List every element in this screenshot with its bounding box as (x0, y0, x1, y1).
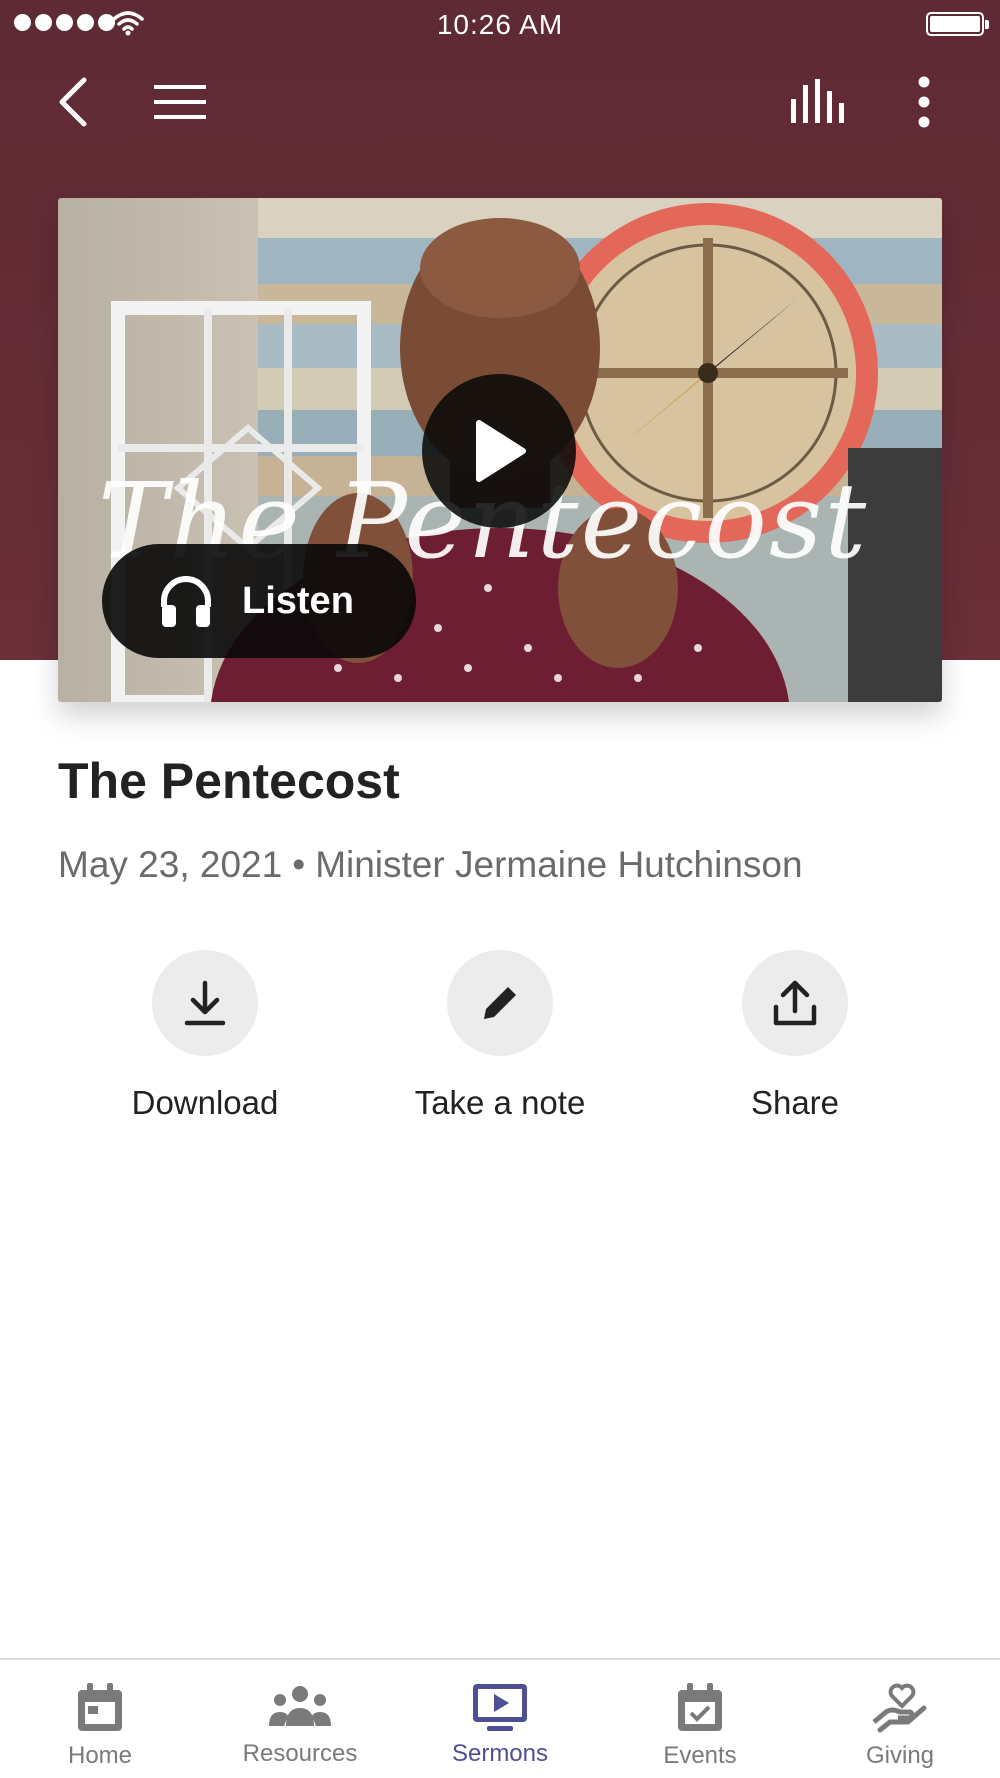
play-screen-icon (473, 1684, 527, 1731)
download-icon (184, 980, 226, 1026)
listen-button[interactable]: Listen (102, 544, 416, 658)
sermon-speaker: Minister Jermaine Hutchinson (315, 844, 803, 885)
play-icon (476, 420, 526, 482)
tab-sermons-label: Sermons (451, 1740, 549, 1767)
tab-giving[interactable]: Giving (800, 1682, 1000, 1770)
download-label: Download (131, 1084, 279, 1121)
listen-label: Listen (242, 579, 354, 622)
take-note-button[interactable]: Take a note (380, 950, 620, 1122)
status-bar: 10:26 AM (0, 0, 1000, 50)
share-icon (773, 980, 817, 1026)
tab-events-label: Events (663, 1742, 737, 1769)
download-circle (152, 950, 258, 1056)
chevron-left-icon (59, 77, 87, 127)
menu-button[interactable] (150, 72, 210, 132)
tab-resources-label: Resources (242, 1740, 358, 1767)
bottom-tab-bar: Home Resources Sermons Events Giving (0, 1658, 1000, 1778)
status-time: 10:26 AM (436, 9, 564, 40)
take-note-label: Take a note (414, 1084, 586, 1121)
download-button[interactable]: Download (85, 950, 325, 1122)
sermon-title: The Pentecost (58, 753, 400, 809)
tab-events[interactable]: Events (600, 1682, 800, 1770)
top-nav-bar (0, 60, 1000, 140)
sermon-actions: Download Take a note Share (0, 950, 1000, 1130)
share-label: Share (750, 1084, 840, 1121)
sermon-meta: May 23, 2021 • Minister Jermaine Hutchinso… (58, 844, 803, 886)
more-options-button[interactable] (894, 72, 954, 132)
people-group-icon (269, 1686, 331, 1726)
tab-home[interactable]: Home (0, 1682, 200, 1770)
battery-icon (926, 12, 989, 36)
sermon-date: May 23, 2021 (58, 844, 283, 885)
calendar-check-icon (678, 1683, 722, 1731)
calendar-icon (78, 1683, 122, 1731)
sermon-video-card[interactable]: The Pentecost Listen (58, 198, 942, 702)
pencil-icon (484, 987, 516, 1019)
meta-separator: • (292, 844, 306, 885)
tab-giving-label: Giving (865, 1742, 935, 1769)
more-vertical-icon (918, 76, 930, 128)
heart-hand-icon (872, 1683, 927, 1733)
tab-sermons[interactable]: Sermons (400, 1682, 600, 1768)
audio-bars-icon (791, 79, 844, 123)
headphones-icon (161, 576, 211, 627)
play-button[interactable] (422, 374, 576, 528)
tab-home-label: Home (67, 1742, 133, 1769)
share-button[interactable]: Share (675, 950, 915, 1122)
tab-resources[interactable]: Resources (200, 1682, 400, 1768)
share-circle (742, 950, 848, 1056)
take-note-circle (447, 950, 553, 1056)
back-button[interactable] (44, 72, 104, 132)
audio-player-button[interactable] (788, 72, 848, 132)
hamburger-menu-icon (154, 85, 206, 119)
